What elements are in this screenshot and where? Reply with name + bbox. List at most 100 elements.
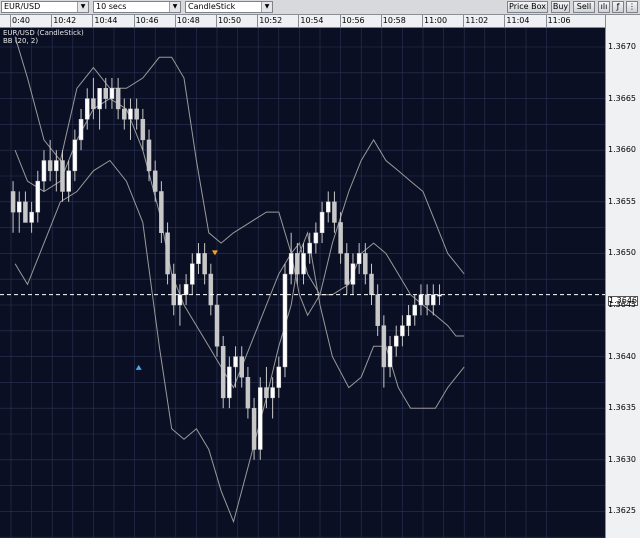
chart-style-select[interactable]: CandleStick ▼ — [185, 1, 273, 13]
candle-body — [338, 222, 343, 254]
sell-button[interactable]: Sell — [573, 1, 595, 13]
time-tick — [133, 15, 135, 27]
candle-body — [363, 253, 368, 275]
candle-body — [60, 160, 65, 192]
candle-body — [23, 201, 28, 223]
price-tick-label: 1.3625 — [608, 506, 636, 516]
candle-body — [159, 191, 164, 234]
time-tick-label: 10:52 — [259, 16, 283, 25]
candle-body — [29, 211, 34, 223]
candle-body — [152, 170, 158, 192]
candle-body — [393, 335, 399, 347]
candle-body — [165, 232, 170, 275]
candle-body — [41, 160, 47, 182]
candle-body — [128, 108, 133, 120]
candle-body — [375, 294, 380, 326]
time-tick — [380, 15, 382, 27]
time-tick — [51, 15, 53, 27]
candle-body — [140, 118, 146, 141]
interval-select[interactable]: 10 secs ▼ — [93, 1, 181, 13]
candle-body — [109, 88, 115, 99]
candle-body — [418, 294, 424, 306]
candle-body — [288, 253, 294, 275]
time-tick — [216, 15, 217, 27]
time-tick-label: 10:58 — [382, 16, 406, 25]
candle-body — [325, 201, 331, 213]
price-tick-label: 1.3665 — [608, 93, 636, 103]
candle-body — [103, 88, 109, 99]
price-chart[interactable] — [0, 28, 605, 538]
candle-body — [220, 346, 226, 399]
candle-body — [301, 253, 306, 275]
series-legend: EUR/USD (CandleStick) — [3, 29, 84, 37]
chart-type-icon[interactable]: ılı — [598, 1, 610, 13]
time-tick — [463, 15, 465, 27]
price-tick-label: 1.3650 — [608, 248, 636, 258]
candle-body — [66, 170, 71, 192]
candle-body — [183, 284, 189, 295]
candle-body — [16, 201, 22, 213]
time-tick-label: 10:54 — [300, 16, 324, 25]
candle-body — [313, 232, 319, 244]
candle-body — [245, 376, 251, 409]
time-tick — [339, 15, 341, 27]
time-tick — [298, 15, 300, 27]
candle-body — [381, 325, 387, 368]
candle-body — [412, 304, 418, 316]
price-tick-label: 1.3655 — [608, 196, 636, 206]
price-tick-label: 1.3630 — [608, 454, 636, 464]
price-tick-label: 1.3635 — [608, 403, 636, 413]
candle-body — [319, 211, 325, 234]
interval-value: 10 secs — [96, 2, 127, 11]
candle-body — [431, 294, 436, 306]
time-tick-label: 10:50 — [218, 16, 242, 25]
candle-body — [47, 160, 53, 172]
candle-body — [437, 294, 442, 297]
chevron-down-icon[interactable]: ▼ — [169, 2, 180, 12]
time-tick — [92, 15, 94, 27]
candle-body — [270, 387, 275, 399]
chevron-down-icon[interactable]: ▼ — [77, 2, 88, 12]
price-tick-label: 1.3645 — [608, 300, 636, 309]
time-tick-label: 10:44 — [94, 16, 118, 25]
time-tick — [257, 15, 259, 27]
candle-body — [115, 88, 121, 110]
candle-body — [406, 315, 411, 326]
time-tick-label: 10:42 — [53, 16, 77, 25]
settings-icon[interactable]: ⋮ — [626, 1, 638, 13]
time-tick — [10, 15, 11, 27]
time-tick-label: 11:06 — [547, 16, 571, 25]
indicator-icon[interactable]: ƒ — [612, 1, 624, 13]
candle-body — [233, 356, 238, 368]
candle-body — [356, 253, 362, 264]
candle-body — [78, 118, 84, 141]
candle-body — [239, 356, 244, 378]
symbol-select[interactable]: EUR/USD ▼ — [1, 1, 89, 13]
time-tick-label: 0:40 — [12, 16, 30, 25]
time-tick-label: 10:56 — [341, 16, 365, 25]
time-tick-label: 10:46 — [135, 16, 159, 25]
candle-body — [214, 304, 220, 347]
buy-marker-icon — [135, 364, 142, 370]
candle-body — [35, 180, 41, 213]
chevron-down-icon[interactable]: ▼ — [261, 2, 272, 12]
candle-body — [177, 294, 183, 306]
candle-body — [227, 366, 232, 399]
price-box-button[interactable]: Price Box — [507, 1, 548, 13]
time-axis: 0:40 10:42 10:44 10:46 10:48 10:50 10:52 10:54 1… — [0, 15, 605, 28]
candle-body — [202, 253, 207, 275]
candle-body — [387, 346, 393, 368]
candle-body — [10, 191, 16, 213]
candle-body — [258, 387, 263, 450]
time-tick-label: 11:00 — [424, 16, 448, 25]
candle-body — [369, 273, 374, 295]
candle-body — [84, 98, 90, 120]
candle-body — [251, 407, 257, 450]
candle-body — [122, 108, 127, 120]
candle-body — [134, 108, 139, 120]
candle-body — [307, 242, 312, 254]
candle-body — [208, 273, 214, 306]
candle-body — [264, 387, 269, 399]
buy-button[interactable]: Buy — [551, 1, 570, 13]
time-tick — [422, 15, 423, 27]
